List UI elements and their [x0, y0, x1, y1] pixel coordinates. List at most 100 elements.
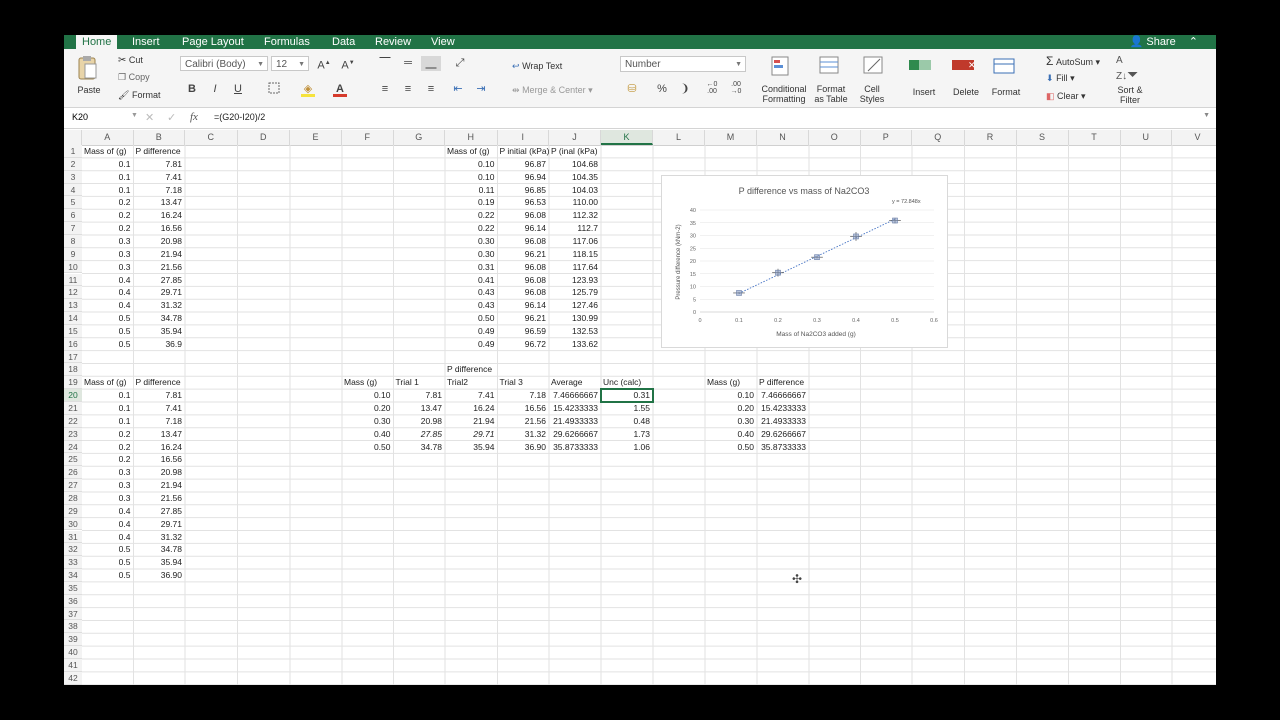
- row-header-34[interactable]: 34: [64, 569, 82, 582]
- sort-filter-button[interactable]: Sort & Filter: [1110, 85, 1150, 105]
- cell-m20[interactable]: 0.10: [705, 389, 754, 402]
- cell-i10[interactable]: 96.08: [498, 261, 546, 274]
- cell-k24[interactable]: 1.06: [601, 441, 650, 454]
- paste-icon[interactable]: [76, 55, 97, 80]
- cell-a34[interactable]: 0.5: [82, 569, 131, 582]
- cell-b33[interactable]: 35.94: [134, 556, 182, 569]
- cell-h20[interactable]: 7.41: [445, 389, 495, 402]
- cell-b21[interactable]: 7.41: [134, 402, 182, 415]
- column-header-u[interactable]: U: [1121, 130, 1172, 145]
- row-header-42[interactable]: 42: [64, 671, 82, 685]
- column-header-t[interactable]: T: [1069, 130, 1121, 145]
- cell-i15[interactable]: 96.59: [498, 325, 546, 338]
- cell-j23[interactable]: 29.6266667: [549, 428, 598, 441]
- cell-n22[interactable]: 21.4933333: [757, 415, 806, 428]
- column-header-d[interactable]: D: [238, 130, 290, 145]
- tab-formulas[interactable]: Formulas: [264, 35, 310, 49]
- delete-cells-icon[interactable]: ✕: [950, 57, 978, 80]
- row-header-17[interactable]: 17: [64, 350, 82, 364]
- cell-j8[interactable]: 117.06: [549, 235, 598, 248]
- paste-button[interactable]: Paste: [72, 85, 106, 95]
- cell-b23[interactable]: 13.47: [134, 428, 182, 441]
- column-header-m[interactable]: M: [705, 130, 757, 145]
- cell-a16[interactable]: 0.5: [82, 338, 131, 351]
- row-header-27[interactable]: 27: [64, 479, 82, 492]
- cell-f23[interactable]: 0.40: [342, 428, 391, 441]
- cell-k23[interactable]: 1.73: [601, 428, 650, 441]
- cell-k21[interactable]: 1.55: [601, 402, 650, 415]
- cell-h3[interactable]: 0.10: [445, 171, 495, 184]
- cell-j6[interactable]: 112.32: [549, 209, 598, 222]
- cell-j11[interactable]: 123.93: [549, 274, 598, 287]
- cell-j5[interactable]: 110.00: [549, 196, 598, 209]
- merge-center-button[interactable]: ⇹ Merge & Center ▾: [512, 85, 593, 96]
- cell-b34[interactable]: 36.90: [134, 569, 182, 582]
- cell-i8[interactable]: 96.08: [498, 235, 546, 248]
- align-bottom-icon[interactable]: ⎽: [421, 56, 441, 71]
- cell-b2[interactable]: 7.81: [134, 158, 182, 171]
- cell-a8[interactable]: 0.3: [82, 235, 131, 248]
- column-header-j[interactable]: J: [549, 130, 601, 145]
- decrease-font-size-button[interactable]: A▼: [338, 56, 358, 72]
- cell-g24[interactable]: 34.78: [394, 441, 442, 454]
- cell-j10[interactable]: 117.64: [549, 261, 598, 274]
- cell-n20[interactable]: 7.46666667: [757, 389, 806, 402]
- cell-k22[interactable]: 0.48: [601, 415, 650, 428]
- column-header-g[interactable]: G: [394, 130, 445, 145]
- row-header-21[interactable]: 21: [64, 402, 82, 415]
- cell-m23[interactable]: 0.40: [705, 428, 754, 441]
- italic-button[interactable]: I: [205, 82, 225, 97]
- cell-b28[interactable]: 21.56: [134, 492, 182, 505]
- cell-b3[interactable]: 7.41: [134, 171, 182, 184]
- row-header-24[interactable]: 24: [64, 440, 82, 454]
- tab-data[interactable]: Data: [332, 35, 355, 49]
- cut-button[interactable]: ✂ Cut: [118, 55, 143, 66]
- row-header-1[interactable]: 1: [64, 145, 82, 158]
- cell-j2[interactable]: 104.68: [549, 158, 598, 171]
- cell-j7[interactable]: 112.7: [549, 222, 598, 235]
- row-header-13[interactable]: 13: [64, 299, 82, 313]
- cell-j19[interactable]: Average: [551, 376, 583, 389]
- cell-i19[interactable]: Trial 3: [500, 376, 523, 389]
- column-header-e[interactable]: E: [290, 130, 342, 145]
- cell-i5[interactable]: 96.53: [498, 196, 546, 209]
- cell-b31[interactable]: 31.32: [134, 531, 182, 544]
- row-header-23[interactable]: 23: [64, 427, 82, 441]
- cell-h11[interactable]: 0.41: [445, 274, 495, 287]
- row-header-5[interactable]: 5: [64, 196, 82, 210]
- cell-n21[interactable]: 15.4233333: [757, 402, 806, 415]
- cell-b19[interactable]: P difference: [136, 376, 181, 389]
- column-header-f[interactable]: F: [342, 130, 394, 145]
- cell-f24[interactable]: 0.50: [342, 441, 391, 454]
- align-left-icon[interactable]: ≡: [375, 82, 395, 97]
- bold-button[interactable]: B: [182, 82, 202, 97]
- font-color-icon[interactable]: A: [330, 82, 350, 97]
- column-header-o[interactable]: O: [809, 130, 861, 145]
- cell-g23[interactable]: 27.85: [394, 428, 442, 441]
- cell-h4[interactable]: 0.11: [445, 184, 495, 197]
- cell-a15[interactable]: 0.5: [82, 325, 131, 338]
- row-header-36[interactable]: 36: [64, 594, 82, 608]
- cell-b8[interactable]: 20.98: [134, 235, 182, 248]
- sort-filter-icon[interactable]: A Z↓⏷: [1116, 55, 1138, 83]
- orientation-icon[interactable]: ⤢: [450, 56, 470, 71]
- cell-i1[interactable]: P initial (kPa): [500, 145, 550, 158]
- row-header-16[interactable]: 16: [64, 337, 82, 351]
- row-header-2[interactable]: 2: [64, 157, 82, 171]
- cell-i3[interactable]: 96.94: [498, 171, 546, 184]
- row-header-10[interactable]: 10: [64, 260, 82, 274]
- tab-review[interactable]: Review: [375, 35, 411, 49]
- row-header-31[interactable]: 31: [64, 530, 82, 544]
- cell-h15[interactable]: 0.49: [445, 325, 495, 338]
- insert-cells-button[interactable]: Insert: [904, 87, 944, 97]
- cell-b1[interactable]: P difference: [136, 145, 181, 158]
- cell-b9[interactable]: 21.94: [134, 248, 182, 261]
- cell-a24[interactable]: 0.2: [82, 441, 131, 454]
- row-header-22[interactable]: 22: [64, 414, 82, 428]
- cell-h7[interactable]: 0.22: [445, 222, 495, 235]
- cell-b15[interactable]: 35.94: [134, 325, 182, 338]
- cell-h22[interactable]: 21.94: [445, 415, 494, 428]
- cell-j4[interactable]: 104.03: [549, 184, 598, 197]
- cell-a30[interactable]: 0.4: [82, 518, 131, 531]
- currency-icon[interactable]: ⛁: [622, 82, 642, 97]
